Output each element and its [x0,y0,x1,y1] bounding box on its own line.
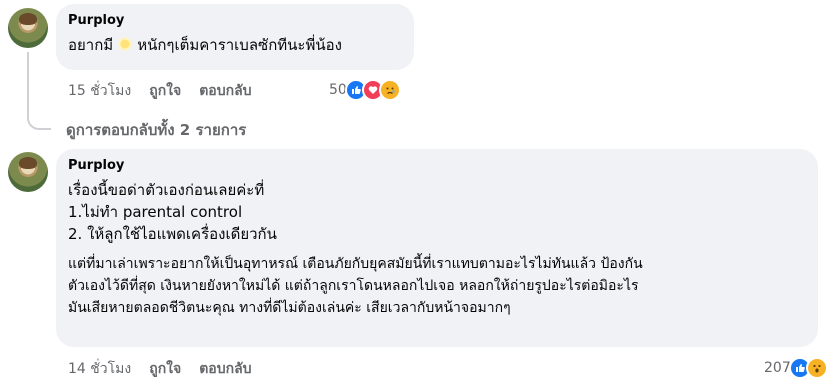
comment-line: 1.ไม่ทำ parental control [68,203,243,221]
comment-line: มันเสียหายตลอดชีวิตนะคุณ ทางที่ดีไม่ต้อง… [68,300,511,316]
comment-line: แต่ที่มาเล่าเพราะอยากให้เป็นอุทาหรณ์ เตื… [68,256,643,272]
comment-author[interactable]: Purploy [68,12,402,30]
avatar[interactable] [8,152,48,192]
thread-connector [27,52,51,130]
comment-line: 2. ให้ลูกใช้ไอแพดเครื่องเดียวกัน [68,225,277,243]
comment-text: อยากมี หนักๆเต็มคาราเบลซักทีนะพี่น้อง [68,34,402,56]
comment-time[interactable]: 15 ชั่วโมง [68,80,131,102]
comment-line [68,245,806,253]
comment-text-part: หนักๆเต็มคาราเบลซักทีนะพี่น้อง [137,36,342,54]
comment-text-part: อยากมี [68,36,114,54]
wow-icon [805,357,828,379]
sparkle-sun-icon [117,36,134,52]
comment-actions: 15 ชั่วโมง ถูกใจ ตอบกลับ [68,80,252,102]
reply-button[interactable]: ตอบกลับ [199,80,251,102]
comment-line: ตัวเองไว้ดีที่สุด เงินหายยังหาใหม่ได้ แต… [68,278,639,294]
comment-line: เรื่องนี้ขอด่าตัวเองก่อนเลยค่ะที่ [68,181,265,199]
comment-bubble: Purploy เรื่องนี้ขอด่าตัวเองก่อนเลยค่ะที… [56,149,818,347]
avatar[interactable] [8,8,48,48]
comment-actions: 14 ชั่วโมง ถูกใจ ตอบกลับ [68,358,252,380]
comment-time[interactable]: 14 ชั่วโมง [68,358,131,380]
reaction-count: 207 [764,360,791,376]
reply-button[interactable]: ตอบกลับ [199,358,251,380]
reaction-summary[interactable]: 50 [329,79,401,101]
like-button[interactable]: ถูกใจ [149,358,181,380]
sad-icon [378,79,401,101]
comment-author[interactable]: Purploy [68,157,806,175]
reaction-summary[interactable]: 207 [764,357,828,379]
like-button[interactable]: ถูกใจ [149,80,181,102]
comment-bubble: Purploy อยากมี หนักๆเต็มคาราเบลซักทีนะพี่… [56,4,414,70]
view-replies-link[interactable]: ดูการตอบกลับทั้ง 2 รายการ [66,118,246,142]
